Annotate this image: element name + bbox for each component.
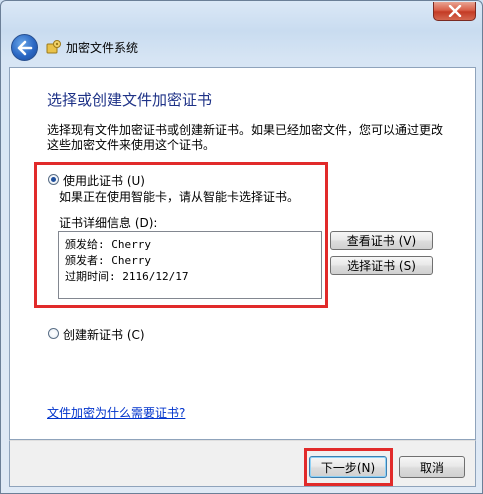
- view-certificate-button[interactable]: 查看证书 (V): [330, 231, 433, 250]
- expiration-value: 过期时间: 2116/12/17: [65, 270, 189, 283]
- create-certificate-radio[interactable]: [48, 328, 59, 339]
- next-button[interactable]: 下一步(N): [309, 456, 387, 478]
- cancel-button[interactable]: 取消: [399, 456, 465, 478]
- issued-by-value: 颁发者: Cherry: [65, 254, 151, 267]
- smartcard-hint: 如果正在使用智能卡，请从智能卡选择证书。: [59, 190, 300, 204]
- window-title: 加密文件系统: [66, 41, 139, 55]
- page-description: 选择现有文件加密证书或创建新证书。如果已经加密文件，您可以通过更改这些加密文件来…: [47, 123, 444, 152]
- close-icon: [448, 5, 462, 17]
- certificate-details-label: 证书详细信息 (D):: [59, 216, 158, 230]
- back-button[interactable]: [11, 34, 38, 61]
- select-certificate-button[interactable]: 选择证书 (S): [330, 256, 433, 275]
- wizard-window: 加密文件系统 选择或创建文件加密证书 选择现有文件加密证书或创建新证书。如果已经…: [0, 0, 483, 494]
- use-certificate-radio[interactable]: [48, 174, 59, 185]
- help-link[interactable]: 文件加密为什么需要证书?: [47, 404, 185, 421]
- page-heading: 选择或创建文件加密证书: [47, 91, 213, 109]
- create-certificate-label[interactable]: 创建新证书 (C): [63, 326, 145, 343]
- issued-to-value: 颁发给: Cherry: [65, 238, 151, 251]
- close-button[interactable]: [433, 2, 476, 21]
- back-arrow-icon: [17, 40, 33, 56]
- use-certificate-label[interactable]: 使用此证书 (U): [63, 172, 145, 189]
- encryption-key-icon: [46, 40, 61, 54]
